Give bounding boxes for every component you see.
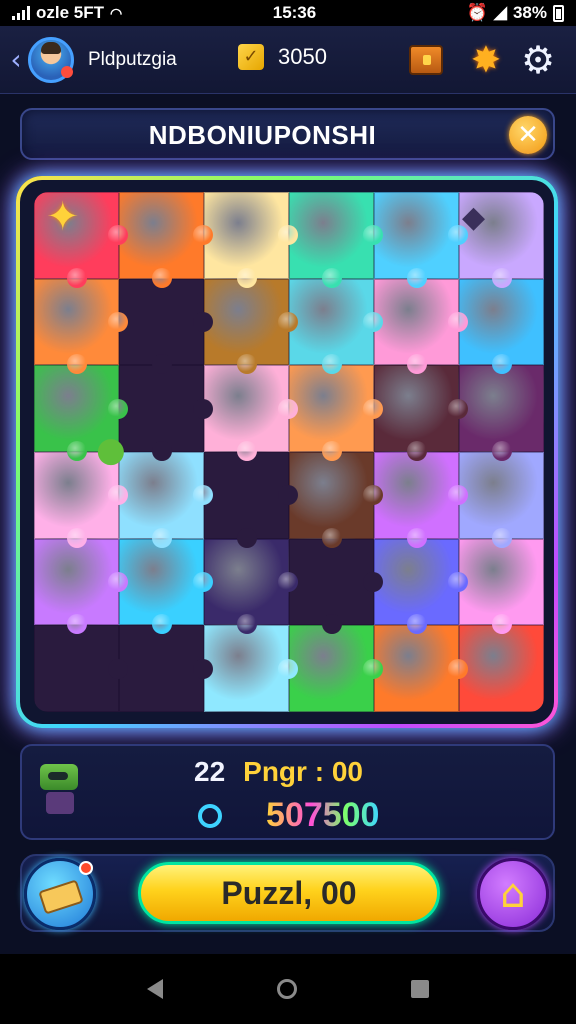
ring-icon	[198, 803, 222, 828]
puzzle-piece[interactable]	[374, 625, 468, 712]
nav-back-icon[interactable]	[147, 979, 163, 999]
puzzle-piece[interactable]	[374, 451, 468, 548]
puzzle-piece[interactable]	[204, 625, 298, 712]
nav-home-icon[interactable]	[277, 979, 297, 999]
puzzle-piece[interactable]	[374, 538, 468, 634]
username: Pldputzgia	[88, 48, 177, 70]
status-right: ⏰ ◢ 38%	[467, 3, 564, 23]
puzzle-piece[interactable]	[204, 278, 298, 374]
puzzle-piece[interactable]	[119, 625, 213, 712]
puzzle-piece[interactable]	[204, 192, 298, 288]
dark-creature-sticker: ◆	[462, 200, 486, 235]
puzzle-piece[interactable]	[34, 278, 128, 374]
bottom-bar: Puzzl, 00 ⌂	[20, 854, 555, 932]
clock: 15:36	[272, 3, 317, 22]
puzzle-board-frame: ✦ ◆ ●	[16, 176, 558, 728]
puzzle-piece[interactable]	[289, 625, 383, 712]
puzzle-title: NDBONIUPONSHI	[148, 120, 377, 150]
puzzle-piece[interactable]	[289, 365, 383, 461]
home-button[interactable]: ⌂	[477, 858, 549, 930]
carrier-label: ozle 5FT	[36, 3, 105, 22]
close-button[interactable]: ✕	[509, 116, 547, 154]
puzzle-piece[interactable]	[374, 278, 468, 374]
nav-recents-icon[interactable]	[411, 980, 429, 998]
puzzle-piece[interactable]	[204, 451, 298, 548]
puzzle-piece[interactable]	[119, 538, 213, 634]
battery-percent: 38%	[512, 3, 547, 22]
puzzle-piece[interactable]	[374, 365, 468, 461]
puzzle-piece[interactable]	[459, 538, 544, 634]
puzzle-piece[interactable]	[289, 538, 383, 634]
signal-icon	[12, 6, 30, 20]
puzzle-piece[interactable]	[289, 451, 383, 548]
puzzle-piece[interactable]	[204, 538, 298, 634]
gear-icon[interactable]: ⚙	[518, 38, 558, 82]
avatar-badge	[61, 65, 73, 78]
map-scroll-icon	[38, 879, 84, 915]
yellow-monster-sticker: ✦	[46, 194, 80, 240]
puzzle-piece[interactable]	[204, 365, 298, 461]
puzzle-piece[interactable]	[34, 538, 128, 634]
wifi-icon: ◠	[110, 4, 123, 21]
puzzle-piece[interactable]	[459, 625, 544, 712]
top-bar: ‹ Pldputzgia ✓ 3050 ✸ ⚙	[0, 26, 576, 94]
robot-mascot-icon	[36, 762, 84, 816]
system-nav-bar	[0, 954, 576, 1024]
puzzle-piece[interactable]	[119, 365, 213, 461]
level-line: 22 Pngr : 00	[194, 756, 363, 788]
coin-value: 3050	[278, 44, 327, 69]
avatar[interactable]	[28, 36, 74, 83]
status-left: ozle 5FT ◠	[12, 3, 122, 23]
play-button[interactable]: Puzzl, 00	[138, 862, 440, 924]
star-badge-icon[interactable]: ✸	[466, 40, 506, 81]
battery-icon	[553, 4, 564, 22]
score-value: 507500	[266, 796, 380, 834]
chevron-left-icon[interactable]: ‹	[4, 43, 28, 76]
notification-dot	[79, 861, 93, 875]
level-label: Pngr : 00	[243, 756, 363, 787]
puzzle-piece[interactable]	[289, 192, 383, 288]
puzzle-piece[interactable]	[459, 278, 544, 374]
puzzle-piece[interactable]	[119, 278, 213, 374]
puzzle-piece[interactable]	[119, 451, 213, 548]
puzzle-piece[interactable]	[459, 365, 544, 461]
title-bar: NDBONIUPONSHI ✕	[20, 108, 555, 160]
coin-counter: ✓ 3050	[238, 44, 327, 70]
info-panel: 22 Pngr : 00 507500	[20, 744, 555, 840]
puzzle-piece[interactable]	[289, 278, 383, 374]
puzzle-piece[interactable]	[374, 192, 468, 288]
status-bar: ozle 5FT ◠ 15:36 ⏰ ◢ 38%	[0, 0, 576, 26]
coin-icon: ✓	[238, 44, 264, 70]
home-icon: ⌂	[500, 871, 526, 917]
puzzle-piece[interactable]	[34, 625, 128, 712]
green-blob-sticker: ●	[96, 430, 126, 470]
map-scroll-button[interactable]	[24, 858, 96, 930]
puzzle-piece[interactable]	[459, 451, 544, 548]
treasure-chest-icon[interactable]	[406, 40, 446, 80]
score-line: 507500	[198, 796, 379, 835]
puzzle-piece[interactable]	[119, 192, 213, 288]
alarm-icon: ⏰	[466, 3, 488, 22]
cell-signal-icon: ◢	[493, 3, 507, 22]
level-number: 22	[194, 756, 226, 787]
